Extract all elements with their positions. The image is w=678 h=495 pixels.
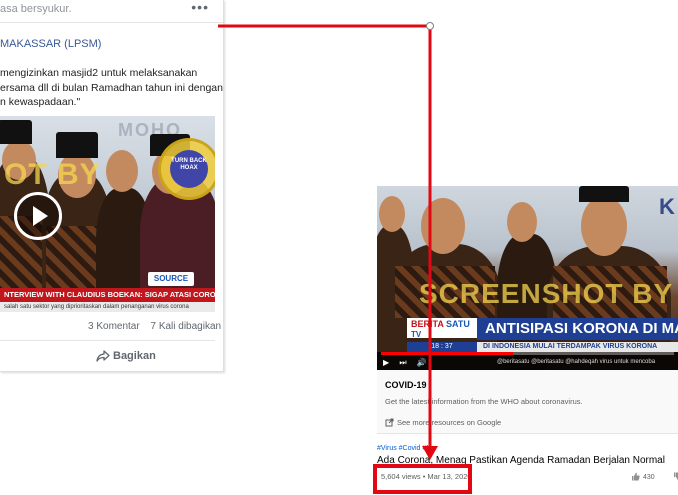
youtube-video-player[interactable]: K SCREENSHOT BY BERITA SATU TV ANTISIPAS… (377, 186, 678, 370)
post-body-text: mengizinkan masjid2 untuk melaksanakan e… (0, 66, 223, 110)
post-stats: 3 Komentar 7 Kali dibagikan (88, 321, 223, 332)
progress-fill (381, 352, 513, 355)
post-header-text: asa bersyukur. (0, 3, 72, 15)
like-button[interactable]: 430 (631, 472, 678, 481)
thumbs-down-icon[interactable] (673, 472, 678, 481)
play-icon[interactable] (14, 192, 62, 240)
player-controls[interactable]: ▶ ⏭ 🔊 @beritasatu @beritasatu @hahdeqah … (377, 352, 678, 370)
video-headline-banner: ANTISIPASI KORONA DI MA (477, 318, 678, 340)
share-count[interactable]: 7 Kali dibagikan (150, 321, 221, 332)
video-title: Ada Corona, Menag Pastikan Agenda Ramada… (377, 455, 665, 466)
player-control-icons[interactable]: ▶ ⏭ 🔊 (383, 358, 427, 368)
person-face (379, 196, 405, 232)
share-button[interactable]: Bagikan (96, 350, 156, 362)
divider (0, 22, 223, 23)
facebook-post-card: asa bersyukur. ••• MAKASSAR (LPSM) mengi… (0, 0, 224, 372)
covid-panel-title: COVID-19 (385, 380, 427, 390)
post-body-line: mengizinkan masjid2 untuk melaksanakan (0, 67, 198, 79)
share-button-label: Bagikan (113, 350, 156, 362)
person-face (421, 198, 465, 254)
social-ticker: @beritasatu @beritasatu @hahdeqah virus … (497, 359, 656, 365)
screenshot-watermark: OT BY (4, 158, 101, 191)
channel-logo: SOURCE (148, 272, 194, 286)
beritasatu-logo: BERITA SATU TV (407, 318, 477, 339)
shared-page-name[interactable]: MAKASSAR (LPSM) (0, 38, 101, 50)
arrow-origin-dot (426, 22, 434, 30)
play-icon[interactable]: ▶ (383, 358, 389, 367)
turnbackhoax-seal-logo: TURN BACK HOAX (158, 138, 215, 200)
seal-text: TURN BACK HOAX (170, 150, 208, 188)
covid-panel-link[interactable]: See more resources on Google (385, 418, 670, 427)
brand-top: BERITA (411, 319, 444, 329)
person-face (507, 202, 537, 242)
post-options-icon[interactable]: ••• (191, 0, 209, 15)
volume-icon[interactable]: 🔊 (417, 358, 427, 367)
progress-bar[interactable] (381, 352, 674, 355)
person-face (581, 196, 627, 256)
post-video[interactable]: MOHO OT BY TURN BACK HOAX SOURCE NTERVIE… (0, 116, 215, 312)
screenshot-watermark: SCREENSHOT BY (419, 278, 674, 309)
external-link-icon (385, 418, 394, 427)
person-face (106, 150, 138, 192)
covid-info-panel: COVID-19 Get the latest information from… (377, 370, 678, 434)
broadcast-clock: 18 : 37 (407, 342, 477, 352)
video-views-date: 5,604 views • Mar 13, 2020 (381, 472, 472, 481)
brand-bottom: SATU (446, 319, 470, 329)
like-count: 430 (643, 474, 655, 481)
share-arrow-icon (96, 350, 110, 362)
person-cap (579, 186, 629, 202)
divider (0, 340, 215, 341)
thumbs-up-icon (632, 472, 640, 481)
covid-panel-description[interactable]: Get the latest information from the WHO … (385, 397, 670, 406)
news-subticker: salah satu sektor yang diprioritaskan da… (0, 302, 215, 312)
news-ticker: NTERVIEW WITH CLAUDIUS BOEKAN: SIGAP ATA… (0, 288, 215, 302)
youtube-page: K SCREENSHOT BY BERITA SATU TV ANTISIPAS… (377, 186, 678, 495)
video-hashtags[interactable]: #Virus #Covid #M (377, 445, 432, 452)
next-icon[interactable]: ⏭ (399, 358, 406, 367)
covid-panel-link-text: See more resources on Google (397, 418, 502, 427)
video-backdrop-text: K (659, 194, 675, 219)
person-cap (0, 120, 32, 144)
brand-sub: TV (411, 330, 422, 339)
comment-count[interactable]: 3 Komentar (88, 321, 140, 332)
post-body-line: n kewaspadaan." (0, 96, 81, 108)
post-body-line: ersama dll di bulan Ramadhan tahun ini d… (0, 81, 223, 94)
person-cap (56, 132, 98, 158)
video-subheadline: DI INDONESIA MULAI TERDAMPAK VIRUS KORON… (477, 342, 678, 352)
